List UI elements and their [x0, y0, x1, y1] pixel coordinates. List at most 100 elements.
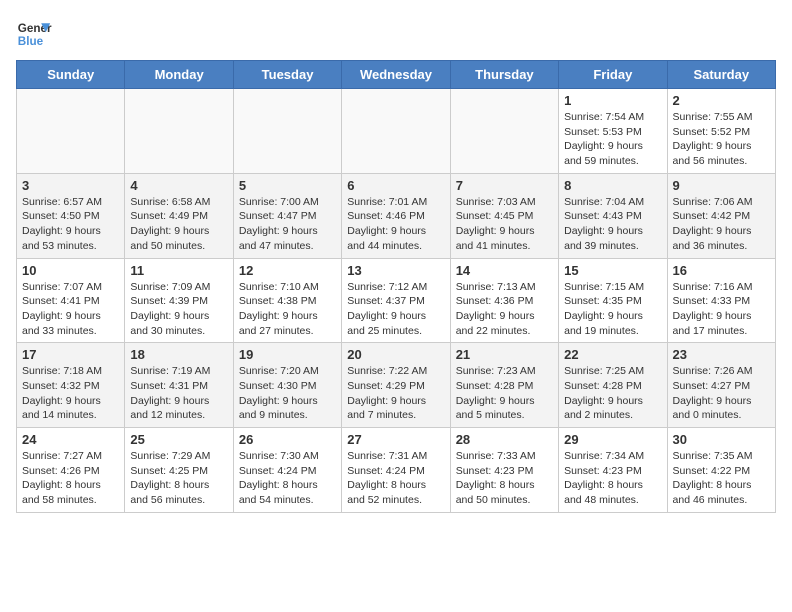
day-info: Sunrise: 7:12 AM Sunset: 4:37 PM Dayligh… — [347, 280, 444, 339]
logo: General Blue — [16, 16, 52, 52]
day-info: Sunrise: 7:33 AM Sunset: 4:23 PM Dayligh… — [456, 449, 553, 508]
day-info: Sunrise: 7:30 AM Sunset: 4:24 PM Dayligh… — [239, 449, 336, 508]
day-number: 27 — [347, 432, 444, 447]
weekday-wednesday: Wednesday — [342, 61, 450, 89]
day-cell: 19 Sunrise: 7:20 AM Sunset: 4:30 PM Dayli… — [233, 343, 341, 428]
day-cell — [125, 89, 233, 174]
day-number: 23 — [673, 347, 770, 362]
day-info: Sunrise: 7:10 AM Sunset: 4:38 PM Dayligh… — [239, 280, 336, 339]
week-row-5: 24 Sunrise: 7:27 AM Sunset: 4:26 PM Dayli… — [17, 428, 776, 513]
day-number: 13 — [347, 263, 444, 278]
weekday-header-row: SundayMondayTuesdayWednesdayThursdayFrid… — [17, 61, 776, 89]
day-number: 12 — [239, 263, 336, 278]
day-cell: 2 Sunrise: 7:55 AM Sunset: 5:52 PM Daylig… — [667, 89, 775, 174]
day-number: 9 — [673, 178, 770, 193]
day-info: Sunrise: 7:03 AM Sunset: 4:45 PM Dayligh… — [456, 195, 553, 254]
day-info: Sunrise: 7:00 AM Sunset: 4:47 PM Dayligh… — [239, 195, 336, 254]
day-cell: 20 Sunrise: 7:22 AM Sunset: 4:29 PM Dayli… — [342, 343, 450, 428]
day-info: Sunrise: 7:27 AM Sunset: 4:26 PM Dayligh… — [22, 449, 119, 508]
day-number: 29 — [564, 432, 661, 447]
week-row-2: 3 Sunrise: 6:57 AM Sunset: 4:50 PM Daylig… — [17, 173, 776, 258]
day-cell: 10 Sunrise: 7:07 AM Sunset: 4:41 PM Dayli… — [17, 258, 125, 343]
day-cell: 15 Sunrise: 7:15 AM Sunset: 4:35 PM Dayli… — [559, 258, 667, 343]
day-info: Sunrise: 7:23 AM Sunset: 4:28 PM Dayligh… — [456, 364, 553, 423]
day-cell: 13 Sunrise: 7:12 AM Sunset: 4:37 PM Dayli… — [342, 258, 450, 343]
week-row-1: 1Sunrise: 7:54 AM Sunset: 5:53 PM Daylig… — [17, 89, 776, 174]
day-number: 26 — [239, 432, 336, 447]
day-cell: 28 Sunrise: 7:33 AM Sunset: 4:23 PM Dayli… — [450, 428, 558, 513]
day-cell: 9 Sunrise: 7:06 AM Sunset: 4:42 PM Daylig… — [667, 173, 775, 258]
day-info: Sunrise: 7:29 AM Sunset: 4:25 PM Dayligh… — [130, 449, 227, 508]
day-cell: 22Sunrise: 7:25 AM Sunset: 4:28 PM Dayli… — [559, 343, 667, 428]
day-info: Sunrise: 6:57 AM Sunset: 4:50 PM Dayligh… — [22, 195, 119, 254]
day-cell: 6 Sunrise: 7:01 AM Sunset: 4:46 PM Daylig… — [342, 173, 450, 258]
day-info: Sunrise: 7:07 AM Sunset: 4:41 PM Dayligh… — [22, 280, 119, 339]
day-cell: 23 Sunrise: 7:26 AM Sunset: 4:27 PM Dayli… — [667, 343, 775, 428]
day-cell: 8Sunrise: 7:04 AM Sunset: 4:43 PM Daylig… — [559, 173, 667, 258]
day-info: Sunrise: 7:20 AM Sunset: 4:30 PM Dayligh… — [239, 364, 336, 423]
day-info: Sunrise: 7:01 AM Sunset: 4:46 PM Dayligh… — [347, 195, 444, 254]
day-number: 7 — [456, 178, 553, 193]
day-info: Sunrise: 7:34 AM Sunset: 4:23 PM Dayligh… — [564, 449, 661, 508]
calendar-body: 1Sunrise: 7:54 AM Sunset: 5:53 PM Daylig… — [17, 89, 776, 513]
week-row-4: 17Sunrise: 7:18 AM Sunset: 4:32 PM Dayli… — [17, 343, 776, 428]
day-cell — [342, 89, 450, 174]
day-number: 24 — [22, 432, 119, 447]
day-info: Sunrise: 7:06 AM Sunset: 4:42 PM Dayligh… — [673, 195, 770, 254]
day-cell: 26 Sunrise: 7:30 AM Sunset: 4:24 PM Dayli… — [233, 428, 341, 513]
day-cell: 1Sunrise: 7:54 AM Sunset: 5:53 PM Daylig… — [559, 89, 667, 174]
day-number: 5 — [239, 178, 336, 193]
week-row-3: 10 Sunrise: 7:07 AM Sunset: 4:41 PM Dayli… — [17, 258, 776, 343]
day-info: Sunrise: 7:04 AM Sunset: 4:43 PM Dayligh… — [564, 195, 661, 254]
weekday-friday: Friday — [559, 61, 667, 89]
day-number: 19 — [239, 347, 336, 362]
day-number: 16 — [673, 263, 770, 278]
day-number: 30 — [673, 432, 770, 447]
day-cell: 3 Sunrise: 6:57 AM Sunset: 4:50 PM Daylig… — [17, 173, 125, 258]
day-info: Sunrise: 7:13 AM Sunset: 4:36 PM Dayligh… — [456, 280, 553, 339]
weekday-sunday: Sunday — [17, 61, 125, 89]
day-number: 25 — [130, 432, 227, 447]
day-info: Sunrise: 7:22 AM Sunset: 4:29 PM Dayligh… — [347, 364, 444, 423]
day-cell: 16Sunrise: 7:16 AM Sunset: 4:33 PM Dayli… — [667, 258, 775, 343]
day-number: 15 — [564, 263, 661, 278]
day-cell — [450, 89, 558, 174]
day-cell: 4 Sunrise: 6:58 AM Sunset: 4:49 PM Daylig… — [125, 173, 233, 258]
day-cell: 7 Sunrise: 7:03 AM Sunset: 4:45 PM Daylig… — [450, 173, 558, 258]
day-info: Sunrise: 7:09 AM Sunset: 4:39 PM Dayligh… — [130, 280, 227, 339]
day-info: Sunrise: 6:58 AM Sunset: 4:49 PM Dayligh… — [130, 195, 227, 254]
day-number: 14 — [456, 263, 553, 278]
day-cell: 24 Sunrise: 7:27 AM Sunset: 4:26 PM Dayli… — [17, 428, 125, 513]
page-header: General Blue — [16, 16, 776, 52]
day-number: 6 — [347, 178, 444, 193]
weekday-saturday: Saturday — [667, 61, 775, 89]
day-cell: 18Sunrise: 7:19 AM Sunset: 4:31 PM Dayli… — [125, 343, 233, 428]
day-number: 17 — [22, 347, 119, 362]
day-number: 10 — [22, 263, 119, 278]
day-number: 28 — [456, 432, 553, 447]
day-cell: 21 Sunrise: 7:23 AM Sunset: 4:28 PM Dayli… — [450, 343, 558, 428]
day-info: Sunrise: 7:35 AM Sunset: 4:22 PM Dayligh… — [673, 449, 770, 508]
day-info: Sunrise: 7:55 AM Sunset: 5:52 PM Dayligh… — [673, 110, 770, 169]
day-cell: 5 Sunrise: 7:00 AM Sunset: 4:47 PM Daylig… — [233, 173, 341, 258]
day-number: 22 — [564, 347, 661, 362]
day-number: 2 — [673, 93, 770, 108]
day-number: 20 — [347, 347, 444, 362]
day-info: Sunrise: 7:26 AM Sunset: 4:27 PM Dayligh… — [673, 364, 770, 423]
svg-text:Blue: Blue — [18, 35, 44, 48]
day-cell — [17, 89, 125, 174]
day-info: Sunrise: 7:31 AM Sunset: 4:24 PM Dayligh… — [347, 449, 444, 508]
day-cell: 27 Sunrise: 7:31 AM Sunset: 4:24 PM Dayli… — [342, 428, 450, 513]
day-info: Sunrise: 7:15 AM Sunset: 4:35 PM Dayligh… — [564, 280, 661, 339]
day-cell: 12 Sunrise: 7:10 AM Sunset: 4:38 PM Dayli… — [233, 258, 341, 343]
day-cell: 29 Sunrise: 7:34 AM Sunset: 4:23 PM Dayli… — [559, 428, 667, 513]
day-cell: 17Sunrise: 7:18 AM Sunset: 4:32 PM Dayli… — [17, 343, 125, 428]
day-number: 3 — [22, 178, 119, 193]
logo-icon: General Blue — [16, 16, 52, 52]
calendar-table: SundayMondayTuesdayWednesdayThursdayFrid… — [16, 60, 776, 513]
day-number: 21 — [456, 347, 553, 362]
day-cell: 30 Sunrise: 7:35 AM Sunset: 4:22 PM Dayli… — [667, 428, 775, 513]
day-cell: 25 Sunrise: 7:29 AM Sunset: 4:25 PM Dayli… — [125, 428, 233, 513]
day-number: 4 — [130, 178, 227, 193]
day-info: Sunrise: 7:19 AM Sunset: 4:31 PM Dayligh… — [130, 364, 227, 423]
